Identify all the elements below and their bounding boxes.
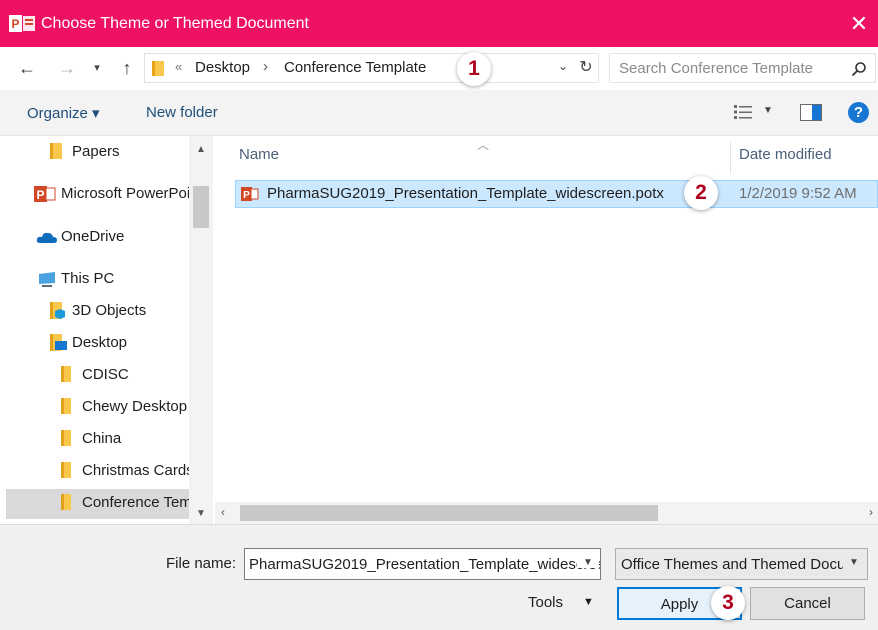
chevron-down-icon[interactable]: ⌄	[555, 59, 571, 73]
breadcrumb-overflow-icon[interactable]: «	[175, 59, 182, 74]
potx-file-icon: P	[241, 187, 259, 201]
cancel-button[interactable]: Cancel	[750, 587, 865, 620]
file-name-field[interactable]: PharmaSUG2019_Presentation_Template_wide…	[244, 548, 601, 580]
search-input[interactable]: Search Conference Template	[609, 53, 876, 83]
breadcrumb-conference-template[interactable]: Conference Template	[284, 59, 426, 76]
folder-icon	[61, 430, 71, 446]
onedrive-cloud-icon	[36, 232, 57, 243]
sidebar-item-chewy-desktop[interactable]: Chewy Desktop	[0, 393, 190, 421]
address-bar[interactable]: « Desktop › Conference Template ⌄ ↻	[144, 53, 599, 83]
tools-dropdown-icon[interactable]: ▼	[583, 596, 594, 608]
window-title: Choose Theme or Themed Document	[41, 15, 309, 32]
breadcrumb-separator-icon[interactable]: ›	[263, 58, 268, 75]
file-name-label: File name:	[166, 555, 237, 572]
title-bar: P Choose Theme or Themed Document ✕	[0, 0, 878, 47]
svg-text:P: P	[11, 17, 19, 31]
file-type-select[interactable]: Office Themes and Themed Documents ▼	[615, 548, 868, 580]
forward-arrow-icon[interactable]: →	[54, 56, 80, 80]
scroll-left-icon[interactable]: ‹	[221, 505, 225, 519]
sidebar-item-papers[interactable]: Papers	[0, 138, 190, 166]
sidebar-item-label: Conference Template	[82, 494, 189, 511]
sidebar-item-desktop[interactable]: Desktop	[0, 329, 190, 357]
svg-text:P: P	[36, 188, 44, 202]
powerpoint-icon: P	[34, 186, 56, 202]
file-row[interactable]: P PharmaSUG2019_Presentation_Template_wi…	[235, 180, 878, 208]
search-placeholder: Search Conference Template	[619, 60, 814, 77]
preview-pane-icon[interactable]	[800, 104, 822, 121]
column-divider[interactable]	[730, 142, 731, 174]
desktop-folder-icon	[50, 334, 67, 351]
scrollbar-thumb[interactable]	[193, 186, 209, 228]
sidebar-item-label: OneDrive	[61, 228, 125, 245]
file-name-value: PharmaSUG2019_Presentation_Template_wide…	[249, 556, 600, 573]
back-arrow-icon[interactable]: ←	[14, 56, 40, 80]
column-header-date-modified[interactable]: Date modified	[739, 146, 832, 163]
chevron-down-icon[interactable]: ▼	[849, 557, 859, 568]
powerpoint-icon: P	[9, 15, 35, 32]
sidebar-item-label: Desktop	[72, 334, 128, 351]
sidebar-item-conference-template[interactable]: Conference Template	[6, 489, 189, 519]
computer-icon	[39, 272, 55, 287]
file-type-value: Office Themes and Themed Documents	[621, 556, 843, 573]
file-list[interactable]: ︿ Name Date modified P PharmaSUG2019_Pre…	[215, 136, 878, 524]
navigation-bar: ← → ▾ ↑ « Desktop › Conference Template …	[0, 47, 878, 90]
up-arrow-icon[interactable]: ↑	[114, 56, 140, 80]
column-header-name[interactable]: Name	[239, 146, 279, 163]
sidebar-item-christmas-cards[interactable]: Christmas Cards	[0, 457, 190, 485]
callout-badge-1: 1	[457, 52, 491, 86]
sidebar-item-china[interactable]: China	[0, 425, 190, 453]
sidebar-item-label: China	[82, 430, 122, 447]
sidebar-scrollbar[interactable]: ▲ ▼	[189, 136, 213, 524]
folder-icon	[61, 398, 71, 414]
sidebar-item-this-pc[interactable]: This PC	[0, 265, 190, 293]
new-folder-button[interactable]: New folder	[146, 104, 218, 121]
sidebar-item-cdisc[interactable]: CDISC	[0, 361, 190, 389]
callout-badge-2: 2	[684, 176, 718, 210]
scroll-up-icon[interactable]: ▲	[189, 144, 213, 155]
sidebar-item-label: Chewy Desktop	[82, 398, 188, 415]
sort-ascending-icon: ︿	[477, 138, 490, 152]
search-icon[interactable]	[851, 61, 867, 77]
folder-icon	[61, 462, 71, 478]
sidebar-item-label: Papers	[72, 143, 120, 160]
sidebar-item-label: CDISC	[82, 366, 129, 383]
3d-objects-icon	[50, 302, 65, 319]
organize-button[interactable]: Organize ▾	[27, 104, 100, 122]
tools-button[interactable]: Tools	[528, 594, 563, 611]
command-toolbar: Organize ▾ New folder ▼ ?	[0, 90, 878, 136]
svg-text:P: P	[243, 190, 250, 201]
file-name: PharmaSUG2019_Presentation_Template_wide…	[267, 185, 664, 202]
folder-icon	[61, 366, 71, 382]
horizontal-scrollbar[interactable]: ‹ ›	[215, 502, 878, 524]
view-options-icon[interactable]	[734, 104, 752, 120]
folder-icon	[50, 143, 62, 159]
scroll-down-icon[interactable]: ▼	[189, 508, 213, 519]
close-icon[interactable]: ✕	[840, 8, 878, 40]
scrollbar-thumb[interactable]	[240, 505, 658, 521]
help-icon[interactable]: ?	[848, 102, 869, 123]
navigation-pane[interactable]: Papers P Microsoft PowerPoint OneDrive T…	[0, 136, 215, 524]
recent-locations-icon[interactable]: ▾	[88, 56, 106, 80]
file-date-modified: 1/2/2019 9:52 AM	[739, 185, 857, 202]
dialog-footer: File name: PharmaSUG2019_Presentation_Te…	[0, 524, 878, 630]
sidebar-item-onedrive[interactable]: OneDrive	[0, 223, 190, 251]
sidebar-item-label: 3D Objects	[72, 302, 147, 319]
sidebar-item-label: Microsoft PowerPoint	[61, 185, 190, 202]
view-dropdown-icon[interactable]: ▼	[763, 105, 773, 116]
callout-badge-3: 3	[711, 586, 745, 620]
breadcrumb-desktop[interactable]: Desktop	[195, 59, 250, 76]
sidebar-item-powerpoint[interactable]: P Microsoft PowerPoint	[0, 180, 190, 208]
folder-icon	[61, 494, 71, 510]
folder-icon	[152, 61, 164, 76]
scroll-right-icon[interactable]: ›	[869, 505, 873, 519]
chevron-down-icon[interactable]: ▼	[577, 557, 599, 568]
refresh-icon[interactable]: ↻	[577, 57, 595, 77]
sidebar-item-3d-objects[interactable]: 3D Objects	[0, 297, 190, 325]
sidebar-item-label: This PC	[61, 270, 115, 287]
sidebar-item-label: Christmas Cards	[82, 462, 190, 479]
